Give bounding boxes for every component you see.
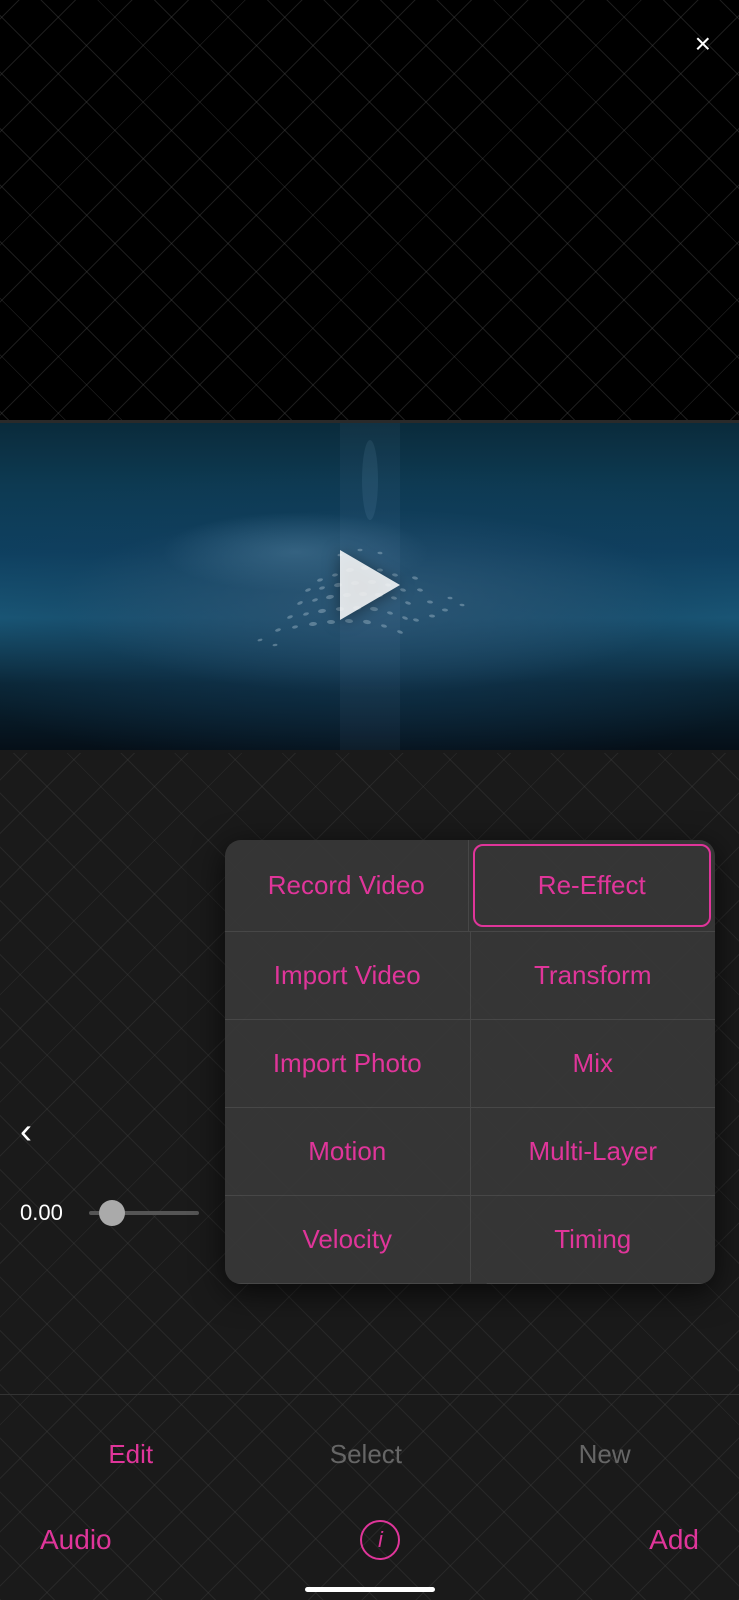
close-button[interactable]: × <box>695 30 711 58</box>
menu-multi-layer[interactable]: Multi-Layer <box>471 1108 716 1195</box>
bottom-toolbar: Edit Select New <box>0 1439 739 1470</box>
toolbar-separator <box>0 1394 739 1395</box>
info-button[interactable]: i <box>360 1520 400 1560</box>
play-button[interactable] <box>340 550 400 620</box>
separator-bottom <box>0 750 739 753</box>
menu-velocity[interactable]: Velocity <box>225 1196 471 1283</box>
toolbar-new[interactable]: New <box>579 1439 631 1470</box>
timeline-area: 0.00 <box>0 1200 250 1226</box>
menu-row-3: Import Photo Mix <box>225 1020 715 1108</box>
menu-re-effect[interactable]: Re-Effect <box>473 844 712 927</box>
menu-transform[interactable]: Transform <box>471 932 716 1019</box>
time-display: 0.00 <box>20 1200 75 1226</box>
menu-import-video[interactable]: Import Video <box>225 932 471 1019</box>
bottom-action-bar: Audio i Add <box>0 1520 739 1560</box>
dropdown-arrow <box>452 1282 488 1284</box>
menu-row-1: Record Video Re-Effect <box>225 840 715 932</box>
context-menu: Record Video Re-Effect Import Video Tran… <box>225 840 715 1284</box>
back-arrow-button[interactable]: ‹ <box>20 1110 32 1152</box>
menu-mix[interactable]: Mix <box>471 1020 716 1107</box>
separator-top <box>0 420 739 423</box>
add-button[interactable]: Add <box>649 1524 699 1556</box>
menu-timing[interactable]: Timing <box>471 1196 716 1283</box>
video-preview[interactable] <box>0 420 739 750</box>
audio-button[interactable]: Audio <box>40 1524 112 1556</box>
home-indicator <box>305 1587 435 1592</box>
slider-thumb[interactable] <box>99 1200 125 1226</box>
toolbar-edit[interactable]: Edit <box>108 1439 153 1470</box>
menu-motion[interactable]: Motion <box>225 1108 471 1195</box>
menu-record-video[interactable]: Record Video <box>225 840 469 931</box>
timeline-slider[interactable] <box>89 1211 199 1215</box>
menu-import-photo[interactable]: Import Photo <box>225 1020 471 1107</box>
menu-row-2: Import Video Transform <box>225 932 715 1020</box>
menu-row-5: Velocity Timing <box>225 1196 715 1284</box>
toolbar-select[interactable]: Select <box>330 1439 402 1470</box>
menu-row-4: Motion Multi-Layer <box>225 1108 715 1196</box>
